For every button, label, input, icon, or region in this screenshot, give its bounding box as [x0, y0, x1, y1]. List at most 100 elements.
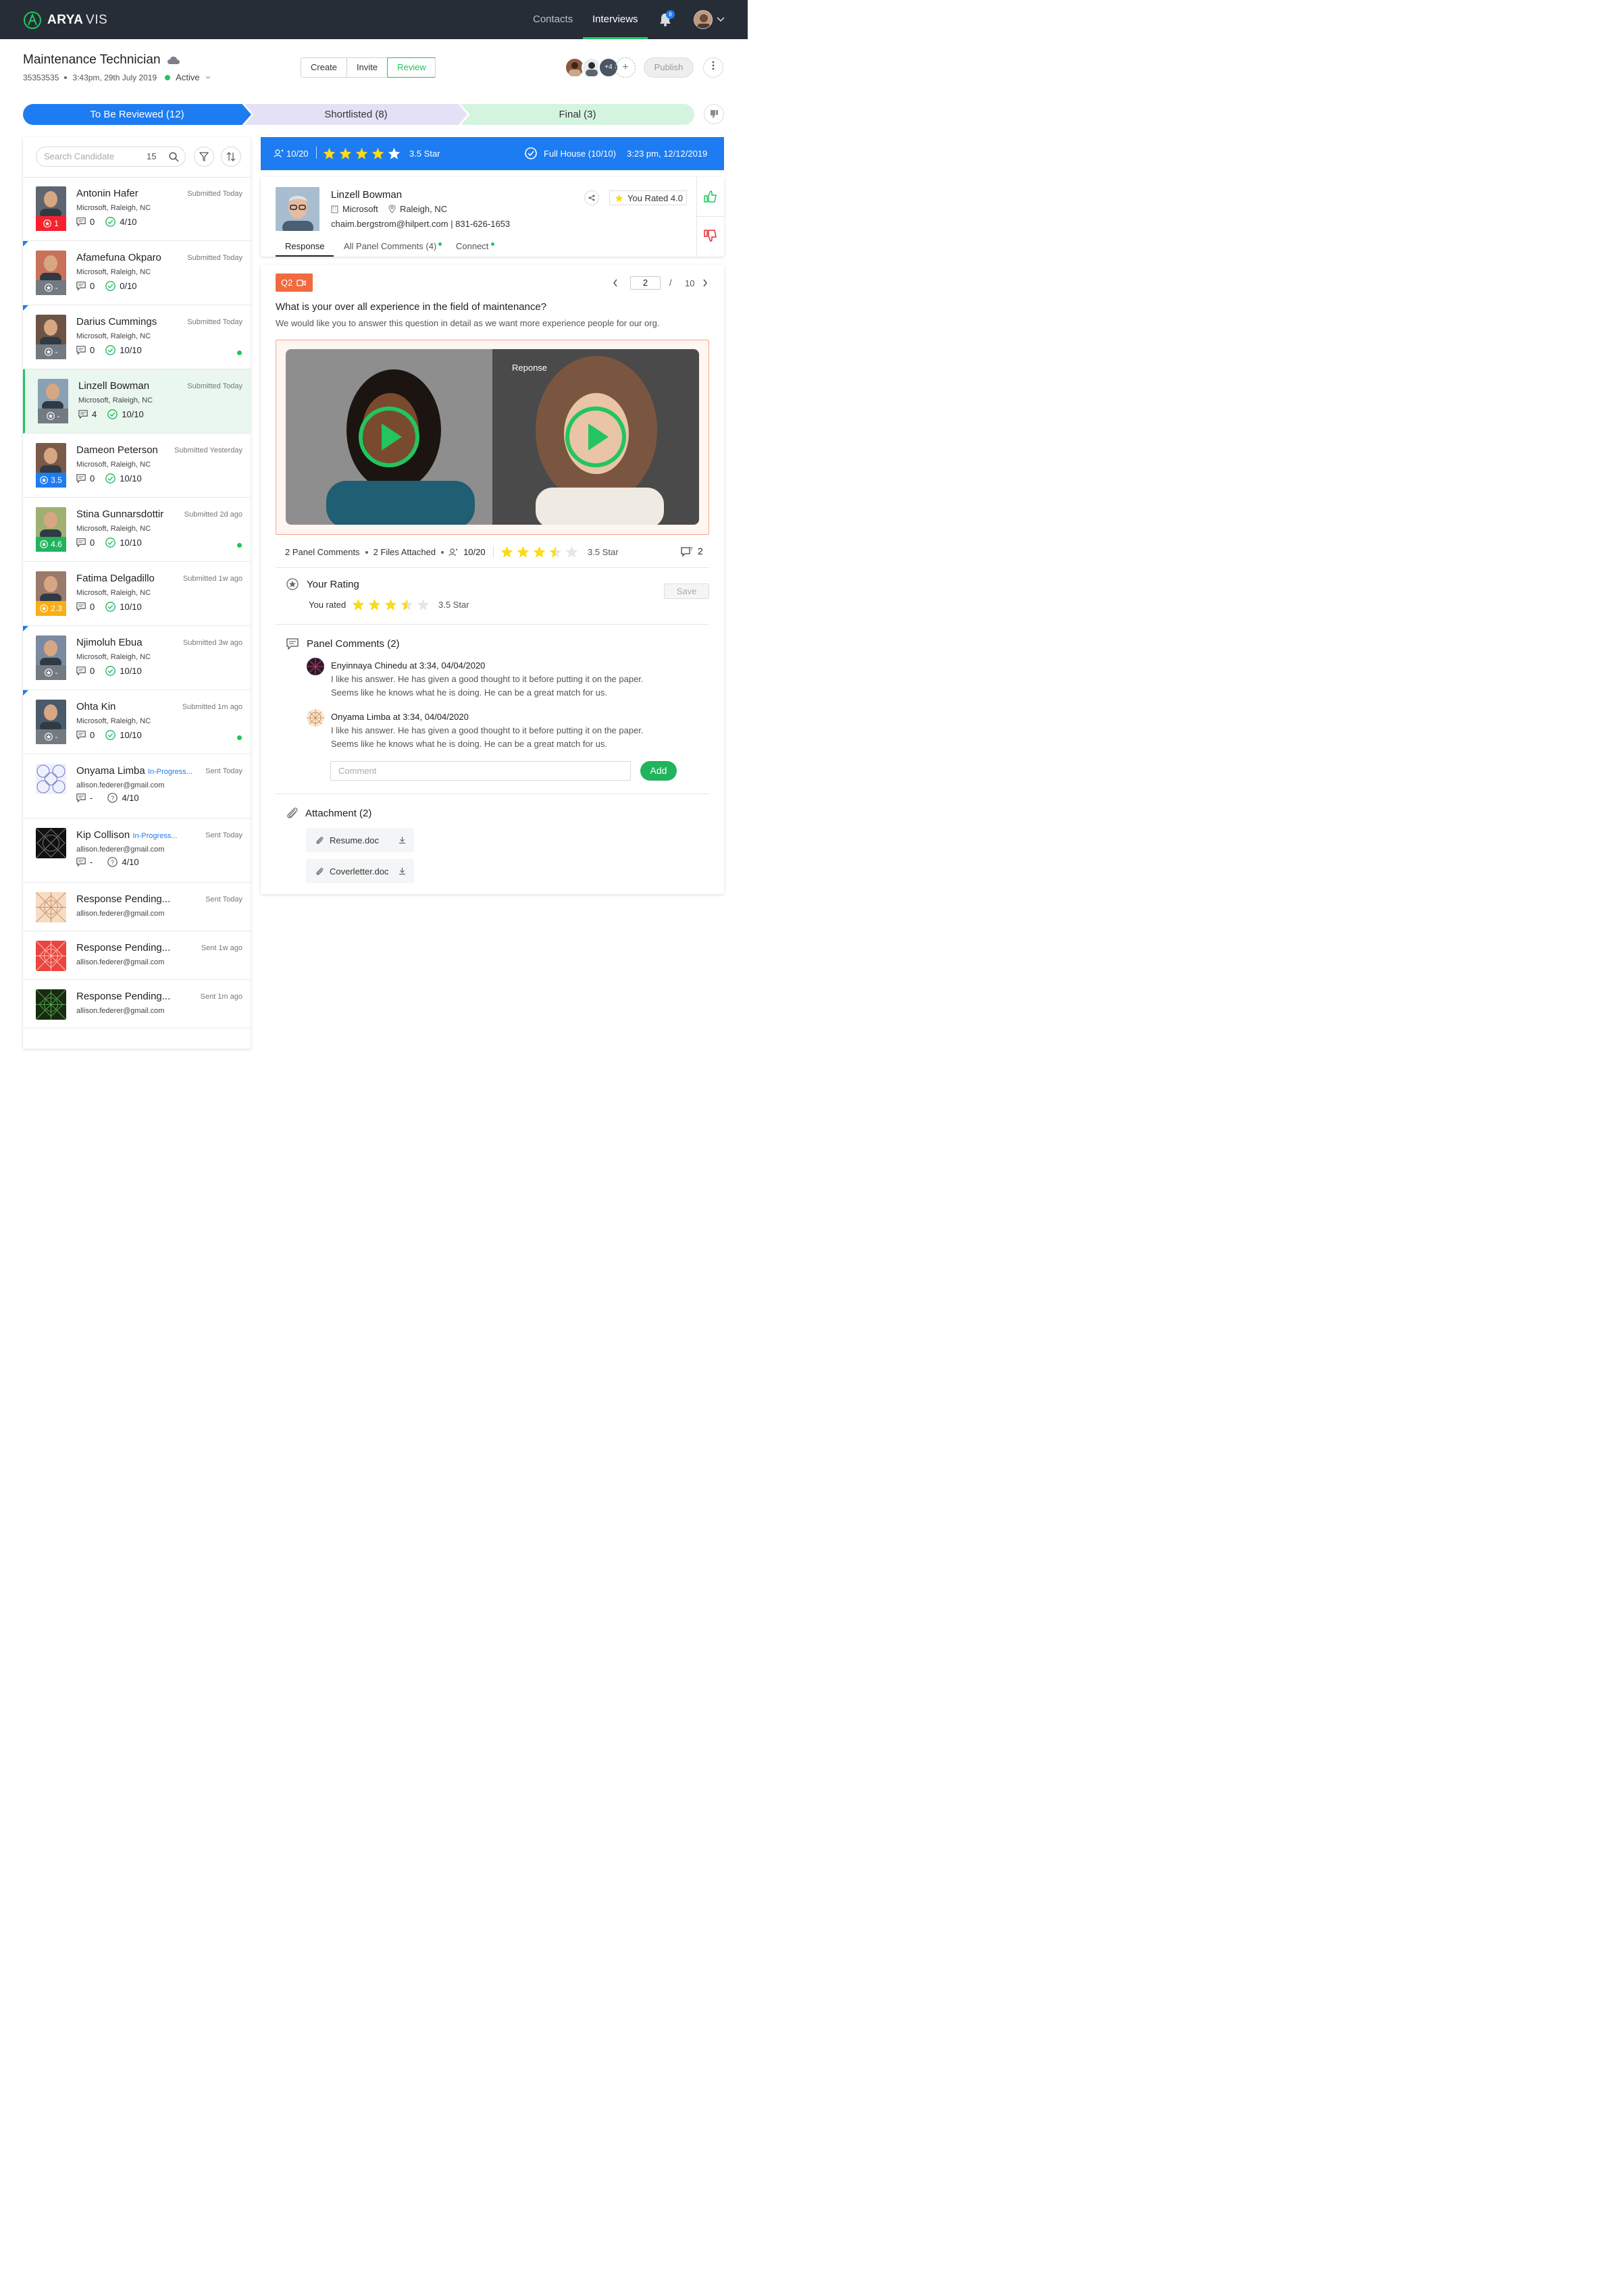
- search-icon[interactable]: [169, 152, 179, 162]
- review-summary-banner: 10/20 3.5 Star Full House (10/10) 3:23 p…: [261, 137, 724, 170]
- banner-star-rating: [323, 147, 404, 162]
- chevron-right-icon[interactable]: [702, 279, 708, 287]
- candidate-count: 15: [147, 151, 157, 161]
- job-status-dropdown[interactable]: Active: [176, 72, 199, 82]
- search-candidate-input[interactable]: Search Candidate: [36, 147, 186, 167]
- add-panel-member-button[interactable]: +: [615, 57, 636, 78]
- notification-count-badge: 8: [666, 10, 675, 19]
- invite-tab[interactable]: Invite: [347, 58, 388, 77]
- panel-comment-count: 2 Panel Comments: [285, 547, 360, 557]
- nav-interviews[interactable]: Interviews: [592, 14, 638, 25]
- candidate-row[interactable]: 2.3 Fatima Delgadillo Submitted 1w ago Micr…: [23, 562, 251, 626]
- candidate-avatar-pattern: [36, 989, 66, 1020]
- comment-question-icon[interactable]: ?: [681, 546, 693, 557]
- attachment-title: Attachment (2): [305, 808, 372, 819]
- check-circle-icon: [107, 409, 118, 419]
- publish-button[interactable]: Publish: [644, 57, 694, 78]
- tab-all-panel-comments[interactable]: All Panel Comments (4): [344, 241, 436, 251]
- candidate-row[interactable]: 1 Antonin Hafer Submitted Today Microsoft, …: [23, 177, 251, 241]
- candidate-stats: 0 10/10: [76, 473, 142, 484]
- candidate-stats: -? 4/10: [76, 793, 139, 803]
- rating-badge-value: 2.3: [51, 604, 62, 613]
- user-avatar[interactable]: [694, 10, 713, 29]
- candidate-name: Darius Cummings: [76, 316, 157, 328]
- rating-badge: 4.6: [36, 537, 66, 552]
- star-circle-icon: [40, 540, 49, 548]
- panel-score-icon: [274, 149, 284, 158]
- pending-candidate-row[interactable]: Response Pending... Sent 1m ago allison.fe…: [23, 980, 251, 1028]
- rating-badge: -: [36, 729, 66, 744]
- candidate-row[interactable]: - Linzell Bowman Submitted Today Microsoft,…: [23, 369, 251, 434]
- chevron-down-icon[interactable]: [205, 76, 211, 80]
- invited-candidate-row[interactable]: Kip Collison In-Progress... Sent Today all…: [23, 818, 251, 883]
- stage-final[interactable]: Final (3): [461, 104, 694, 125]
- candidate-row[interactable]: - Ohta Kin Submitted 1m ago Microsoft, Rale…: [23, 690, 251, 754]
- candidate-email: allison.federer@gmail.com: [76, 958, 165, 966]
- answer-score: 4/10: [122, 857, 139, 867]
- divider: [696, 177, 697, 257]
- sort-button[interactable]: [221, 147, 241, 167]
- stage-shortlisted[interactable]: Shortlisted (8): [245, 104, 467, 125]
- download-icon[interactable]: [398, 836, 406, 844]
- star-circle-icon: [44, 284, 53, 292]
- thumbs-down-icon[interactable]: [704, 229, 717, 242]
- attachment-filename: Resume.doc: [330, 835, 379, 845]
- paperclip-icon: [287, 807, 298, 818]
- comment-line: Seems like he knows what he is doing. He…: [331, 739, 607, 749]
- notification-dot: [491, 242, 494, 246]
- candidate-stats: 0 10/10: [76, 345, 142, 355]
- job-id: 35353535: [23, 72, 59, 82]
- filter-button[interactable]: [194, 147, 214, 167]
- candidate-row[interactable]: - Njimoluh Ebua Submitted 3w ago Microsoft,…: [23, 626, 251, 690]
- rating-badge: -: [38, 409, 68, 423]
- save-rating-button[interactable]: Save: [664, 583, 709, 599]
- add-comment-button[interactable]: Add: [640, 761, 677, 781]
- pending-candidate-row[interactable]: Response Pending... Sent 1w ago allison.fe…: [23, 931, 251, 980]
- rating-badge: 2.3: [36, 601, 66, 616]
- comment-count: -: [90, 857, 93, 867]
- comment-input[interactable]: Comment: [330, 761, 631, 781]
- video-player[interactable]: Reponse: [286, 349, 699, 525]
- review-tab[interactable]: Review: [387, 57, 436, 78]
- candidate-row[interactable]: 4.6 Stina Gunnarsdottir Submitted 2d ago Mi…: [23, 498, 251, 562]
- candidate-row[interactable]: - Darius Cummings Submitted Today Microsoft…: [23, 305, 251, 369]
- submitted-time: Submitted Today: [187, 190, 242, 198]
- answer-score: 10/10: [120, 473, 142, 484]
- attachment-item[interactable]: Resume.doc: [306, 828, 414, 852]
- candidate-avatar-pattern: [36, 764, 66, 794]
- video-thumbnail: [286, 349, 699, 525]
- tab-connect[interactable]: Connect: [456, 241, 488, 251]
- candidate-company: Microsoft, Raleigh, NC: [76, 204, 151, 212]
- check-circle-icon: [105, 538, 116, 548]
- question-page-input[interactable]: 2: [630, 276, 661, 290]
- create-tab[interactable]: Create: [301, 58, 348, 77]
- chevron-down-icon[interactable]: [717, 17, 725, 22]
- pending-candidate-row[interactable]: Response Pending... Sent Today allison.fed…: [23, 883, 251, 931]
- app-logo[interactable]: ARYA VIS: [23, 11, 107, 30]
- candidate-row[interactable]: - Afamefuna Okparo Submitted Today Microsof…: [23, 241, 251, 305]
- answer-score: 4/10: [122, 793, 139, 803]
- chevron-left-icon[interactable]: [613, 279, 618, 287]
- candidate-row[interactable]: 3.5 Dameon Peterson Submitted Yesterday Mic…: [23, 434, 251, 498]
- svg-text:?: ?: [111, 795, 114, 802]
- candidate-photo: [36, 571, 66, 602]
- your-star-rating-input[interactable]: [352, 598, 433, 613]
- invited-candidate-row[interactable]: Onyama Limba In-Progress... Sent Today all…: [23, 754, 251, 818]
- rating-badge-value: 4.6: [51, 540, 62, 549]
- nav-contacts[interactable]: Contacts: [533, 14, 573, 25]
- attachment-item[interactable]: Coverletter.doc: [306, 859, 414, 883]
- status-dot: [165, 74, 171, 80]
- rating-badge: -: [36, 665, 66, 680]
- stage-to-be-reviewed[interactable]: To Be Reviewed (12): [23, 104, 251, 125]
- candidate-email: allison.federer@gmail.com: [76, 1007, 165, 1015]
- more-options-button[interactable]: [703, 57, 723, 78]
- location-pin-icon: [388, 205, 396, 213]
- separator: [441, 550, 444, 554]
- reject-button[interactable]: [704, 104, 724, 124]
- candidate-photo: [36, 251, 66, 281]
- share-button[interactable]: [584, 190, 599, 205]
- download-icon[interactable]: [398, 867, 406, 875]
- thumbs-up-icon[interactable]: [704, 190, 717, 203]
- candidate-name: Afamefuna Okparo: [76, 252, 161, 263]
- tab-response[interactable]: Response: [285, 241, 325, 251]
